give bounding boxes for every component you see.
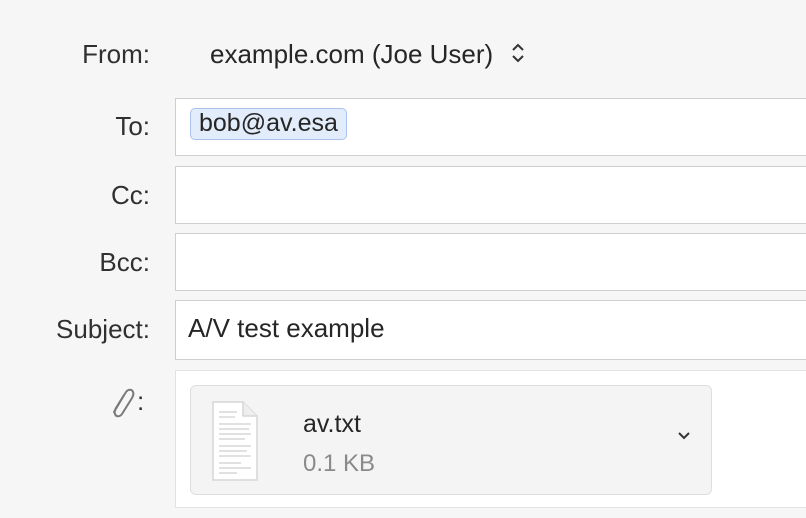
recipient-token[interactable]: bob@av.esa bbox=[190, 108, 347, 140]
compose-header: From: example.com (Joe User) To: bob@av.… bbox=[0, 0, 806, 518]
attachment-file-name: av.txt bbox=[303, 410, 361, 438]
from-account-value: example.com (Joe User) bbox=[210, 39, 494, 69]
text-document-icon bbox=[212, 401, 258, 481]
to-field[interactable]: bob@av.esa bbox=[175, 98, 806, 156]
bcc-label: Bcc: bbox=[99, 247, 150, 277]
subject-label: Subject: bbox=[56, 314, 150, 344]
attachment-file-size: 0.1 KB bbox=[303, 450, 376, 477]
attachment-label-colon: : bbox=[137, 386, 145, 416]
bcc-field[interactable] bbox=[175, 233, 806, 291]
cc-field[interactable] bbox=[175, 166, 806, 224]
cc-label: Cc: bbox=[111, 180, 150, 210]
subject-field[interactable]: A/V test example bbox=[175, 300, 806, 360]
updown-chevron-icon bbox=[512, 43, 525, 63]
attachments-area: av.txt 0.1 KB bbox=[175, 370, 806, 508]
from-account-selector[interactable]: example.com (Joe User) bbox=[210, 39, 526, 70]
chevron-down-icon[interactable] bbox=[675, 429, 693, 443]
attachment-card[interactable]: av.txt 0.1 KB bbox=[190, 385, 712, 495]
subject-value: A/V test example bbox=[188, 313, 385, 343]
paperclip-icon bbox=[113, 388, 135, 418]
from-label: From: bbox=[82, 39, 150, 69]
to-label: To: bbox=[115, 111, 150, 141]
